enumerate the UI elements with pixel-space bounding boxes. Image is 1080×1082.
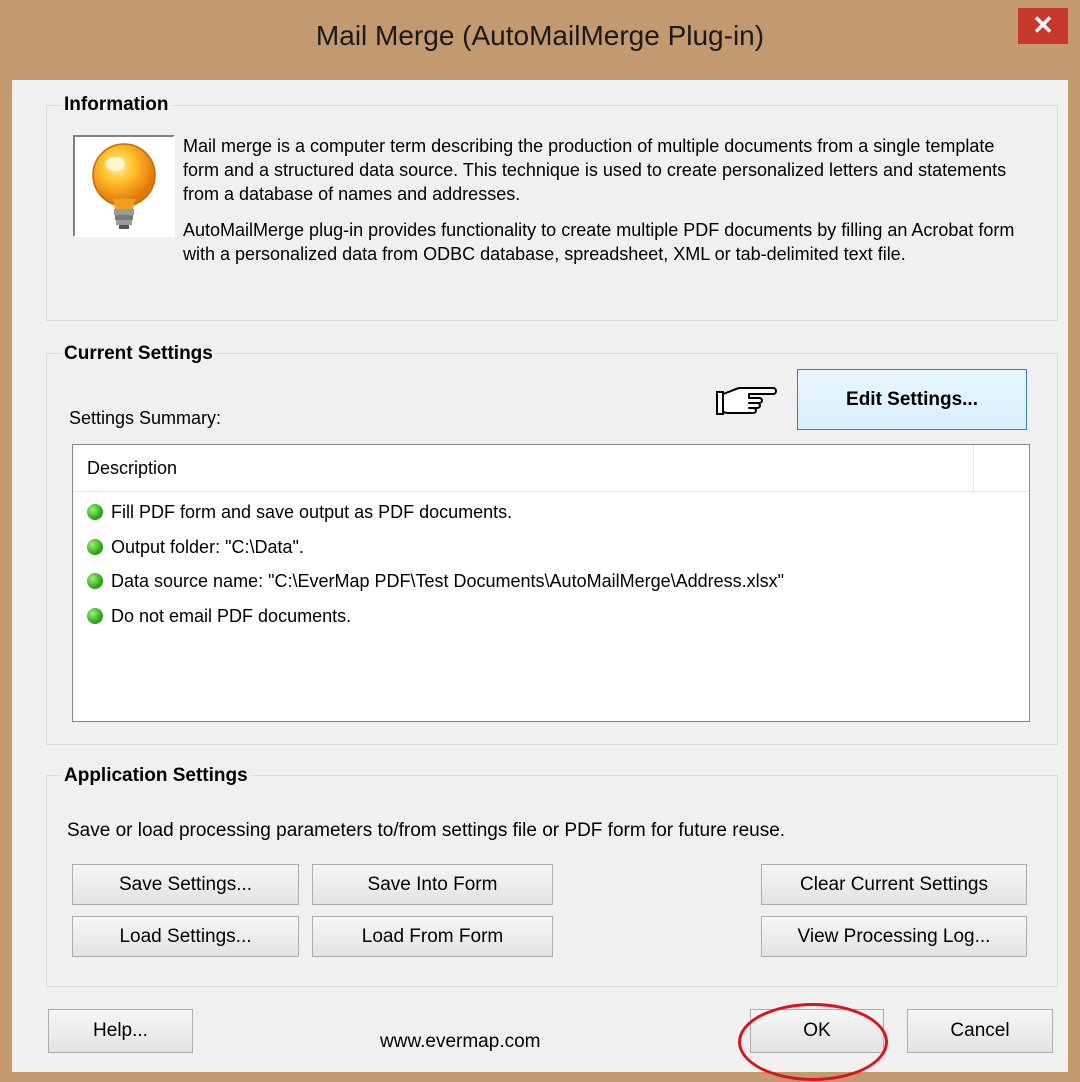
view-processing-log-button[interactable]: View Processing Log... bbox=[761, 916, 1027, 957]
description-column-header[interactable]: Description bbox=[87, 458, 177, 479]
lightbulb-icon bbox=[73, 135, 175, 237]
list-item-text: Data source name: "C:\EverMap PDF\Test D… bbox=[111, 570, 785, 591]
mail-merge-dialog: Mail Merge (AutoMailMerge Plug-in) ✕ Inf… bbox=[0, 0, 1080, 1082]
clear-current-settings-button[interactable]: Clear Current Settings bbox=[761, 864, 1027, 905]
settings-summary-list[interactable]: Description Fill PDF form and save outpu… bbox=[72, 444, 1030, 722]
help-button[interactable]: Help... bbox=[48, 1009, 193, 1053]
information-paragraph-2: AutoMailMerge plug-in provides functiona… bbox=[183, 220, 1015, 264]
current-settings-title: Current Settings bbox=[62, 343, 215, 365]
ok-button[interactable]: OK bbox=[750, 1009, 884, 1053]
close-button[interactable]: ✕ bbox=[1018, 8, 1068, 44]
cancel-button[interactable]: Cancel bbox=[907, 1009, 1053, 1053]
edit-settings-button[interactable]: Edit Settings... bbox=[797, 369, 1027, 430]
information-paragraph-1: Mail merge is a computer term describing… bbox=[183, 136, 1007, 204]
list-item[interactable]: Output folder: "C:\Data". bbox=[87, 534, 304, 560]
green-status-icon bbox=[87, 539, 103, 555]
list-item[interactable]: Do not email PDF documents. bbox=[87, 603, 351, 629]
save-settings-button[interactable]: Save Settings... bbox=[72, 864, 299, 905]
green-status-icon bbox=[87, 573, 103, 589]
application-settings-description: Save or load processing parameters to/fr… bbox=[67, 820, 786, 841]
green-status-icon bbox=[87, 608, 103, 624]
list-item-text: Output folder: "C:\Data". bbox=[111, 536, 304, 557]
list-item-text: Fill PDF form and save output as PDF doc… bbox=[111, 501, 513, 522]
list-item-text: Do not email PDF documents. bbox=[111, 605, 352, 626]
website-link: www.evermap.com bbox=[380, 1031, 541, 1052]
dialog-title: Mail Merge (AutoMailMerge Plug-in) bbox=[315, 20, 765, 51]
save-into-form-button[interactable]: Save Into Form bbox=[312, 864, 553, 905]
green-status-icon bbox=[87, 504, 103, 520]
close-icon: ✕ bbox=[1032, 10, 1054, 40]
list-header[interactable]: Description bbox=[73, 445, 1029, 492]
settings-summary-label: Settings Summary: bbox=[69, 408, 222, 428]
application-settings-title: Application Settings bbox=[62, 765, 250, 787]
load-settings-button[interactable]: Load Settings... bbox=[72, 916, 299, 957]
title-bar[interactable]: Mail Merge (AutoMailMerge Plug-in) ✕ bbox=[0, 0, 1080, 80]
load-from-form-button[interactable]: Load From Form bbox=[312, 916, 553, 957]
list-item[interactable]: Data source name: "C:\EverMap PDF\Test D… bbox=[87, 568, 784, 594]
column-divider[interactable] bbox=[973, 445, 974, 491]
information-title: Information bbox=[62, 94, 171, 116]
dialog-body: Information Mail merge is a computer ter… bbox=[12, 80, 1068, 1081]
list-item[interactable]: Fill PDF form and save output as PDF doc… bbox=[87, 499, 512, 525]
pointing-hand-icon bbox=[713, 384, 783, 420]
